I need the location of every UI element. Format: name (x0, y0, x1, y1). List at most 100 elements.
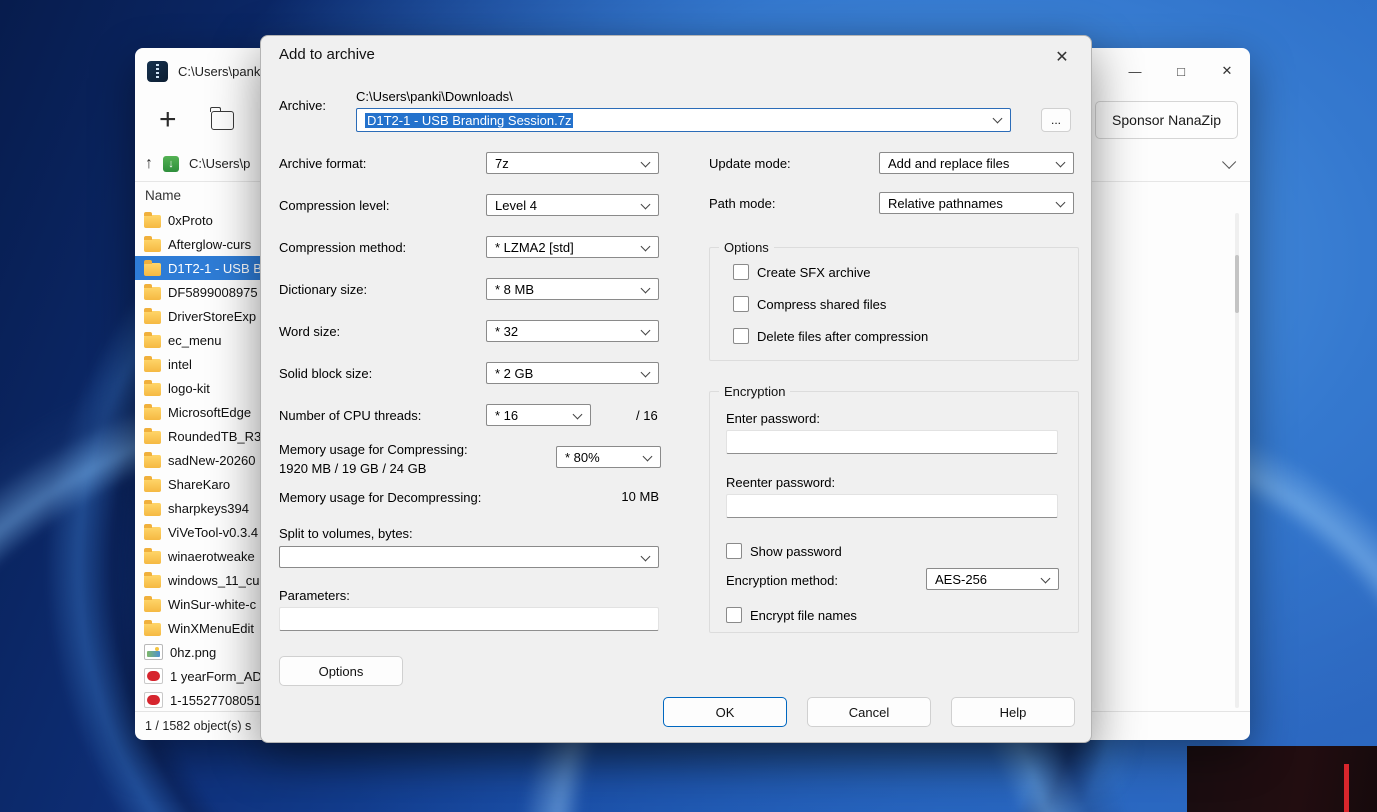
checkbox-label: Show password (750, 544, 842, 559)
item-label: windows_11_cu (168, 573, 260, 588)
checkbox-label: Compress shared files (757, 297, 886, 312)
column-header-name[interactable]: Name (135, 182, 181, 208)
item-label: winaerotweake (168, 549, 255, 564)
solid-block-size-label: Solid block size: (279, 365, 372, 382)
item-label: intel (168, 357, 192, 372)
parameters-input[interactable] (279, 607, 659, 631)
item-label: WinXMenuEdit (168, 621, 254, 636)
encryption-method-select[interactable]: AES-256 (926, 568, 1059, 590)
address-folder-icon: ↓ (163, 156, 179, 172)
reenter-password-input[interactable] (726, 494, 1058, 518)
solid-block-size-value: * 2 GB (495, 366, 533, 381)
item-label: MicrosoftEdge (168, 405, 251, 420)
sponsor-button[interactable]: Sponsor NanaZip (1095, 101, 1238, 139)
archive-name-combobox[interactable]: D1T2-1 - USB Branding Session.7z (356, 108, 1011, 132)
close-button[interactable]: ✕ (1204, 48, 1250, 94)
window-title: C:\Users\pank (178, 64, 260, 79)
compression-method-label: Compression method: (279, 239, 406, 256)
dictionary-size-select[interactable]: * 8 MB (486, 278, 659, 300)
pdf-icon (144, 692, 163, 708)
memory-compressing-select[interactable]: * 80% (556, 446, 661, 468)
item-label: 0hz.png (170, 645, 216, 660)
window-controls: — □ ✕ (1112, 48, 1250, 94)
item-label: WinSur-white-c (168, 597, 256, 612)
item-label: Afterglow-curs (168, 237, 251, 252)
encryption-method-value: AES-256 (935, 572, 987, 587)
item-label: DF5899008975 (168, 285, 258, 300)
up-button[interactable]: ↑ (145, 155, 153, 173)
word-size-select[interactable]: * 32 (486, 320, 659, 342)
memory-decompressing-label: Memory usage for Decompressing: (279, 489, 481, 506)
folder-icon (144, 239, 161, 252)
options-button[interactable]: Options (279, 656, 403, 686)
checkbox-show-password[interactable]: Show password (726, 542, 842, 560)
checkbox-box (726, 607, 742, 623)
checkbox-box (726, 543, 742, 559)
scrollbar-thumb[interactable] (1235, 255, 1239, 313)
folder-icon (144, 407, 161, 420)
memory-decompressing-value: 10 MB (561, 489, 659, 504)
folder-icon (144, 383, 161, 396)
checkbox-delete-files-after-compression[interactable]: Delete files after compression (733, 327, 928, 345)
item-label: ShareKaro (168, 477, 230, 492)
folder-icon (144, 359, 161, 372)
checkbox-create-sfx-archive[interactable]: Create SFX archive (733, 263, 870, 281)
cancel-button[interactable]: Cancel (807, 697, 931, 727)
update-mode-select[interactable]: Add and replace files (879, 152, 1074, 174)
item-label: ViVeTool-v0.3.4 (168, 525, 258, 540)
pdf-icon (144, 668, 163, 684)
archive-format-select[interactable]: 7z (486, 152, 659, 174)
folder-icon (144, 479, 161, 492)
solid-block-size-select[interactable]: * 2 GB (486, 362, 659, 384)
ok-button[interactable]: OK (663, 697, 787, 727)
checkbox-encrypt-file-names[interactable]: Encrypt file names (726, 606, 857, 624)
folder-icon (144, 287, 161, 300)
add-button[interactable]: + (159, 105, 177, 135)
folder-icon (144, 263, 161, 276)
archive-format-label: Archive format: (279, 155, 366, 172)
folder-icon (144, 551, 161, 564)
checkbox-box (733, 328, 749, 344)
extract-icon[interactable] (211, 111, 234, 130)
memory-compressing-value: * 80% (565, 450, 600, 465)
corner-dark-overlay (1187, 746, 1377, 812)
split-volumes-label: Split to volumes, bytes: (279, 525, 413, 542)
item-label: RoundedTB_R3 (168, 429, 261, 444)
checkbox-compress-shared-files[interactable]: Compress shared files (733, 295, 886, 313)
red-accent-bar (1344, 764, 1349, 812)
folder-icon (144, 215, 161, 228)
path-mode-select[interactable]: Relative pathnames (879, 192, 1074, 214)
address-path[interactable]: C:\Users\p (189, 156, 250, 171)
minimize-button[interactable]: — (1112, 48, 1158, 94)
compression-level-select[interactable]: Level 4 (486, 194, 659, 216)
update-mode-value: Add and replace files (888, 156, 1009, 171)
item-label: logo-kit (168, 381, 210, 396)
encryption-group-title: Encryption (719, 384, 790, 399)
archive-name-value: D1T2-1 - USB Branding Session.7z (365, 113, 573, 128)
dictionary-size-value: * 8 MB (495, 282, 534, 297)
dialog-close-icon[interactable]: ✕ (1049, 44, 1075, 70)
folder-icon (144, 455, 161, 468)
update-mode-label: Update mode: (709, 155, 791, 172)
item-label: DriverStoreExp (168, 309, 256, 324)
image-icon (144, 644, 163, 660)
help-button[interactable]: Help (951, 697, 1075, 727)
enter-password-input[interactable] (726, 430, 1058, 454)
browse-button[interactable]: ... (1041, 108, 1071, 132)
maximize-button[interactable]: □ (1158, 48, 1204, 94)
address-dropdown-icon[interactable] (1222, 154, 1236, 168)
split-volumes-combobox[interactable] (279, 546, 659, 568)
compression-method-select[interactable]: * LZMA2 [std] (486, 236, 659, 258)
encryption-method-label: Encryption method: (726, 572, 838, 589)
path-mode-value: Relative pathnames (888, 196, 1003, 211)
item-label: 1 yearForm_AD (170, 669, 262, 684)
memory-compressing-label: Memory usage for Compressing: (279, 441, 468, 458)
cpu-threads-select[interactable]: * 16 (486, 404, 591, 426)
item-label: 0xProto (168, 213, 213, 228)
folder-icon (144, 431, 161, 444)
item-label: sharpkeys394 (168, 501, 249, 516)
nanazip-app-icon (147, 61, 168, 82)
compression-level-label: Compression level: (279, 197, 390, 214)
dialog-title: Add to archive (279, 46, 375, 63)
vertical-scrollbar[interactable] (1235, 213, 1239, 708)
